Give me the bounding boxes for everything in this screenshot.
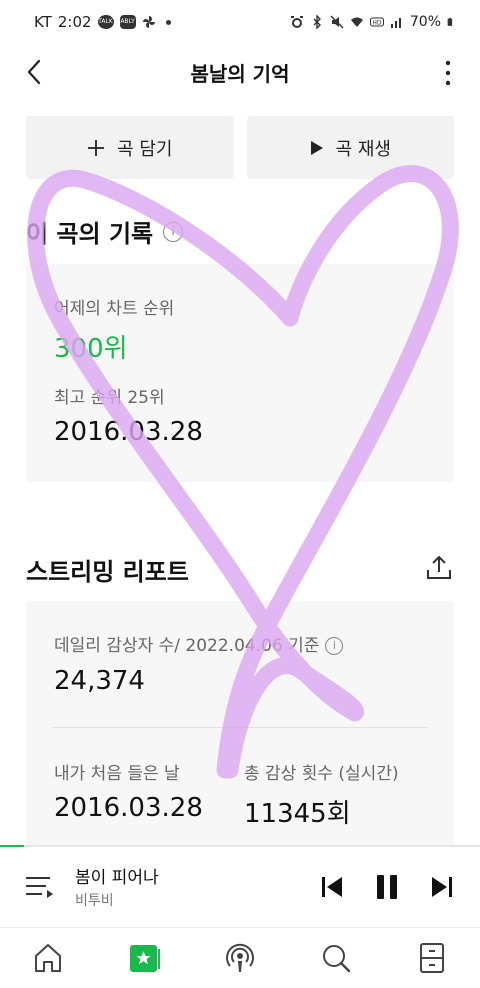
nav-my-music[interactable] — [96, 928, 192, 988]
pinwheel-icon — [142, 16, 155, 28]
plus-icon — [88, 139, 105, 156]
daily-info-icon[interactable]: i — [325, 637, 344, 655]
nav-search[interactable] — [288, 928, 384, 988]
hd-signal-icon: HD — [369, 17, 384, 27]
more-notifications-dot — [165, 19, 171, 25]
best-rank-label: 최고 순위 25위 — [54, 388, 165, 408]
mini-player[interactable]: 봄이 피어나 비투비 — [0, 847, 480, 927]
card-divider — [52, 727, 428, 728]
carrier-label: KT — [34, 13, 52, 31]
song-actions: 곡 담기 곡 재생 — [26, 116, 454, 179]
more-options-icon[interactable] — [442, 58, 454, 88]
alarm-icon — [290, 16, 303, 28]
nav-podcast[interactable] — [192, 928, 288, 988]
yesterday-rank-label: 어제의 차트 순위 — [54, 299, 175, 319]
talk-notification-icon: TALK — [97, 15, 114, 29]
wifi-icon — [350, 17, 363, 27]
record-card: 어제의 차트 순위 300위 최고 순위 25위 2016.03.28 — [26, 264, 454, 482]
best-rank-date: 2016.03.28 — [54, 417, 203, 447]
bottom-navigation — [0, 927, 480, 988]
mute-icon — [330, 15, 344, 29]
clock: 2:02 — [57, 13, 92, 31]
nav-home[interactable] — [0, 928, 96, 988]
streaming-card: 데일리 감상자 수/ 2022.04.06 기준 i 24,374 내가 처음 들… — [26, 601, 454, 861]
status-bar: KT 2:02 TALK ABLY HD 70% — [0, 0, 480, 44]
record-heading: 이 곡의 기록 — [26, 220, 154, 248]
cell-signal-icon — [390, 18, 401, 28]
storage-icon — [420, 943, 444, 973]
streaming-heading: 스트리밍 리포트 — [26, 558, 189, 586]
bluetooth-icon — [313, 15, 321, 29]
now-playing-title: 봄이 피어나 — [75, 868, 159, 888]
total-plays-value: 11345회 — [244, 799, 351, 829]
first-listen-label: 내가 처음 들은 날 — [54, 764, 180, 784]
app-header: 봄날의 기억 — [0, 50, 480, 96]
info-icon[interactable]: i — [163, 221, 184, 242]
first-listen-value: 2016.03.28 — [54, 793, 203, 823]
nav-storage[interactable] — [384, 928, 480, 988]
previous-track-icon[interactable] — [318, 872, 348, 902]
play-icon — [310, 140, 323, 155]
share-icon[interactable] — [424, 553, 454, 583]
next-track-icon[interactable] — [426, 872, 456, 902]
home-icon — [35, 944, 61, 972]
daily-listeners-label-text: 데일리 감상자 수/ 2022.04.06 기준 — [54, 636, 320, 656]
streaming-section-title: 스트리밍 리포트 — [26, 552, 189, 587]
battery-icon — [447, 17, 453, 26]
podcast-icon — [226, 943, 254, 972]
total-plays-label: 총 감상 횟수 (실시간) — [244, 764, 399, 784]
daily-listeners-label: 데일리 감상자 수/ 2022.04.06 기준 i — [54, 631, 344, 656]
play-song-label: 곡 재생 — [335, 138, 391, 160]
play-song-button[interactable]: 곡 재생 — [246, 116, 454, 179]
add-song-label: 곡 담기 — [117, 138, 173, 160]
now-playing-artist: 비투비 — [75, 893, 114, 909]
my-music-icon — [130, 945, 160, 972]
search-icon — [323, 945, 351, 973]
page-title: 봄날의 기억 — [190, 62, 290, 86]
daily-listeners-value: 24,374 — [54, 666, 145, 696]
pause-icon[interactable] — [372, 872, 402, 902]
record-section-title: 이 곡의 기록 i — [26, 214, 184, 249]
battery-level: 70% — [409, 14, 441, 30]
playlist-icon[interactable] — [24, 871, 54, 901]
ably-notification-icon: ABLY — [119, 15, 136, 29]
svg-text:HD: HD — [372, 20, 382, 27]
yesterday-rank-value: 300위 — [54, 334, 128, 364]
add-song-button[interactable]: 곡 담기 — [26, 116, 234, 179]
